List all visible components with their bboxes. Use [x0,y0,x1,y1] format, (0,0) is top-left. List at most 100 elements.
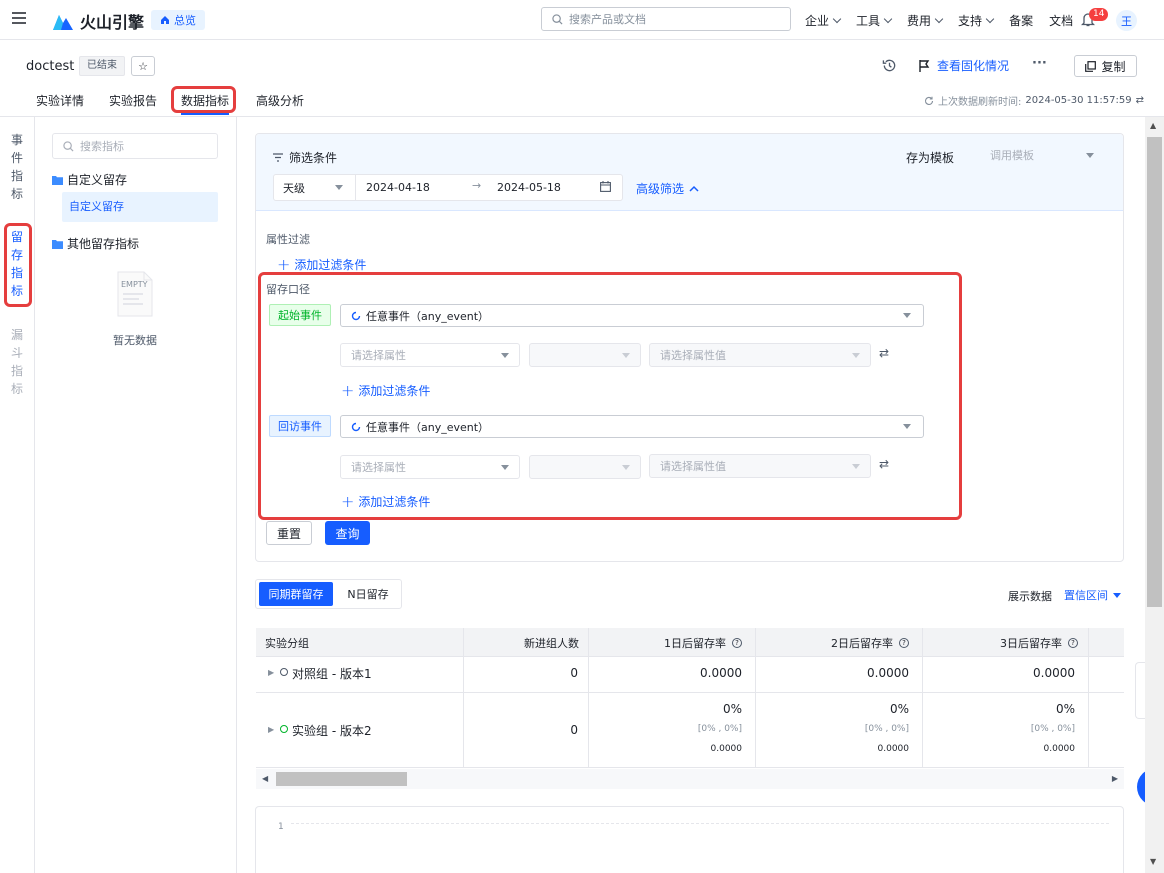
swap-icon[interactable]: ⇄ [1136,95,1144,106]
overview-button[interactable]: 总览 [151,10,205,30]
calendar-icon[interactable] [600,181,611,192]
view-solidify-link[interactable]: 查看固化情况 [918,57,1009,74]
refresh-time: 2024-05-30 11:57:59 [1025,95,1132,106]
side-nav-funnel-metrics[interactable]: 漏斗指标 [11,326,23,398]
table-row[interactable] [256,657,1124,692]
scrollbar-thumb[interactable] [276,772,407,786]
dropdown-arrow-icon [1086,152,1094,158]
tab-cohort-retention[interactable]: 同期群留存 [259,582,333,606]
swap-condition-icon[interactable]: ⇄ [879,457,889,471]
add-return-event-filter-button[interactable]: + 添加过滤条件 [341,493,430,510]
expand-row-icon[interactable]: ▶ [268,668,274,677]
folder-other-retention[interactable]: 其他留存指标 [52,235,139,252]
add-attr-filter-button[interactable]: + 添加过滤条件 [277,256,366,273]
menu-enterprise-label: 企业 [805,14,830,28]
start-event-operator-select[interactable] [529,343,641,367]
copy-button[interactable]: 复制 [1074,55,1137,77]
expand-row-icon[interactable]: ▶ [268,725,274,734]
favorite-button[interactable]: ☆ [131,56,155,76]
display-data-select[interactable]: 置信区间 [1064,587,1121,603]
chevron-up-icon [689,185,699,192]
scroll-right-icon[interactable]: ▶ [1112,774,1118,783]
folder-custom-retention[interactable]: 自定义留存 [52,171,127,188]
event-icon [351,311,361,320]
active-tab-indicator [181,113,229,115]
brand-logo[interactable]: 火山引擎 [52,9,144,33]
scroll-down-icon[interactable]: ▼ [1150,857,1156,866]
row-1-d3: 0.0000 [1033,666,1075,680]
side-nav-retention-metrics[interactable]: 留存指标 [11,228,23,300]
row-2-d2-val: 0.0000 [877,744,910,754]
col-header-d3-label: 3日后留存率 [1000,637,1062,650]
metric-search-input[interactable]: 搜索指标 [52,133,218,159]
return-event-attr-value-select[interactable]: 请选择属性值 [649,454,871,478]
menu-enterprise[interactable]: 企业 [805,12,842,29]
dropdown-arrow-icon [852,463,860,469]
avatar[interactable]: 王 [1116,10,1137,31]
search-icon [552,13,563,25]
menu-support[interactable]: 支持 [958,12,995,29]
refresh-icon [925,96,934,105]
table-row[interactable] [256,693,1124,767]
menu-tools[interactable]: 工具 [856,12,893,29]
menu-billing-label: 费用 [907,14,932,28]
return-event-attr-select[interactable]: 请选择属性 [340,455,520,479]
help-icon[interactable]: ? [732,638,742,648]
start-event-attr-select[interactable]: 请选择属性 [340,343,520,367]
display-data-label: 展示数据 [1008,590,1052,603]
empty-state-icon: EMPTY [117,271,153,317]
retention-table: 实验分组 新进组人数 1日后留存率? 2日后留存率? 3日后留存率? ▶ 对照组… [256,628,1124,768]
side-nav-event-metrics[interactable]: 事件指标 [11,131,23,203]
start-date-input[interactable]: 2024-04-18 [366,181,430,194]
return-event-operator-select[interactable] [529,455,641,479]
overview-label: 总览 [174,14,196,27]
metric-search-placeholder: 搜索指标 [80,140,124,153]
scroll-up-icon[interactable]: ▲ [1150,121,1156,130]
help-icon[interactable]: ? [1068,638,1078,648]
start-event-select[interactable]: 任意事件（any_event） [340,304,924,327]
date-arrow-icon: → [472,179,482,192]
swap-condition-icon[interactable]: ⇄ [879,346,889,360]
advanced-filter-toggle[interactable]: 高级筛选 [636,180,699,197]
start-event-attr-value-select[interactable]: 请选择属性值 [649,343,871,367]
tab-experiment-details[interactable]: 实验详情 [36,92,84,109]
menu-billing[interactable]: 费用 [907,12,944,29]
row-2-d3-ci: [0% , 0%] [1030,724,1075,734]
hamburger-menu-icon[interactable] [12,11,26,25]
history-icon[interactable] [882,58,897,73]
granularity-select[interactable]: 天级 [274,175,356,200]
start-event-attr-placeholder: 请选择属性 [351,349,406,362]
row-2-d1: 0% [722,702,742,716]
save-template-button[interactable]: 存为模板 [906,149,954,166]
return-event-select[interactable]: 任意事件（any_event） [340,415,924,438]
metric-item-custom-retention[interactable]: 自定义留存 [62,192,218,222]
tab-experiment-report[interactable]: 实验报告 [109,92,157,109]
reset-button[interactable]: 重置 [266,521,312,545]
refresh-info: 上次数据刷新时间: 2024-05-30 11:57:59 ⇄ [924,93,1144,108]
query-button[interactable]: 查询 [325,521,370,545]
dropdown-arrow-icon [335,185,343,190]
tab-advanced-analysis[interactable]: 高级分析 [256,92,304,109]
scroll-left-icon[interactable]: ◀ [262,774,268,783]
home-icon [161,16,169,24]
dropdown-arrow-icon [1113,592,1121,598]
row-2-d3: 0% [1055,702,1075,716]
tab-n-day-retention[interactable]: N日留存 [337,582,399,606]
start-event-value: 任意事件（any_event） [366,309,490,323]
page-scrollbar-thumb[interactable] [1147,137,1162,607]
apply-template-select[interactable]: 调用模板 [980,143,1104,167]
end-date-input[interactable]: 2024-05-18 [497,181,561,194]
folder-other-retention-label: 其他留存指标 [67,237,140,251]
row-2-d1-val: 0.0000 [710,744,743,754]
search-icon [63,140,74,152]
tab-data-metrics[interactable]: 数据指标 [181,92,229,109]
link-filing[interactable]: 备案 [1009,12,1033,29]
link-docs[interactable]: 文档 [1049,12,1073,29]
retention-chart-card: 1 [255,806,1124,873]
more-actions-button[interactable]: ··· [1032,56,1047,71]
global-search-input[interactable]: 搜索产品或文档 [541,7,791,31]
table-horizontal-scrollbar[interactable]: ◀ ▶ [256,769,1124,789]
page-vertical-scrollbar[interactable]: ▲ ▼ [1145,117,1164,873]
add-start-event-filter-button[interactable]: + 添加过滤条件 [341,382,430,399]
help-icon[interactable]: ? [899,638,909,648]
